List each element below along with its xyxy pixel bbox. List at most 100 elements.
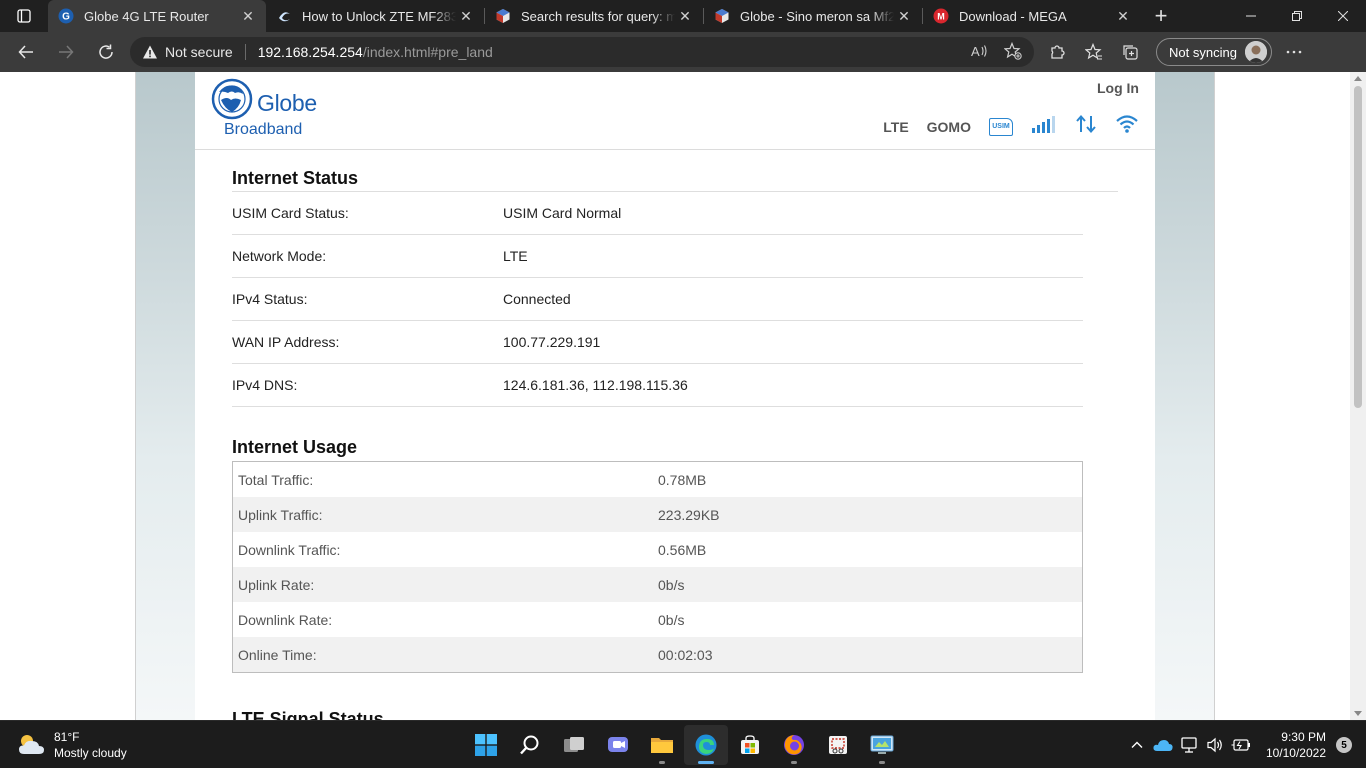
search-icon xyxy=(520,735,539,755)
store-icon xyxy=(741,735,759,754)
weather-description: Mostly cloudy xyxy=(54,746,127,760)
firefox-button[interactable] xyxy=(772,725,816,765)
running-indicator xyxy=(698,761,714,764)
control-panel-button[interactable] xyxy=(860,725,904,765)
forward-button[interactable] xyxy=(46,36,86,68)
snipping-tool-icon xyxy=(829,736,847,754)
edge-browser-button[interactable] xyxy=(684,725,728,765)
table-row: Downlink Traffic: 0.56MB xyxy=(233,532,1082,567)
read-aloud-icon[interactable]: A xyxy=(970,42,988,63)
close-icon xyxy=(1338,11,1348,21)
snipping-tool-button[interactable] xyxy=(816,725,860,765)
row-label: Total Traffic: xyxy=(238,471,314,488)
restore-button[interactable] xyxy=(1274,0,1320,32)
refresh-button[interactable] xyxy=(86,36,126,68)
speaker-icon xyxy=(1207,737,1222,753)
scrollbar-thumb[interactable] xyxy=(1354,86,1362,408)
row-value: Connected xyxy=(503,291,571,307)
task-view-icon xyxy=(564,737,584,752)
file-explorer-button[interactable] xyxy=(640,725,684,765)
minimize-button[interactable] xyxy=(1228,0,1274,32)
row-value: LTE xyxy=(503,248,528,264)
page-viewport[interactable]: Globe Broadband Log In LTE GOMO USIM Int… xyxy=(0,72,1366,720)
new-tab-button[interactable]: + xyxy=(1141,0,1181,32)
row-label: Online Time: xyxy=(238,646,317,663)
firefox-icon xyxy=(784,735,804,755)
refresh-icon xyxy=(99,44,113,59)
control-panel-icon xyxy=(870,735,894,754)
extensions-button[interactable] xyxy=(1040,36,1076,68)
login-link[interactable]: Log In xyxy=(1097,80,1139,96)
url-host: 192.168.254.254 xyxy=(257,44,363,60)
tab-title: Globe 4G LTE Router xyxy=(84,8,209,24)
collections-icon xyxy=(1123,45,1138,60)
close-tab-icon[interactable]: ✕ xyxy=(456,6,476,26)
onedrive-button[interactable] xyxy=(1151,733,1175,757)
internet-usage-table: Total Traffic: 0.78MB Uplink Traffic: 22… xyxy=(232,461,1083,673)
close-tab-icon[interactable]: ✕ xyxy=(1113,6,1133,26)
favorites-button[interactable] xyxy=(1076,36,1112,68)
taskbar-apps xyxy=(464,725,904,765)
collections-button[interactable] xyxy=(1112,36,1148,68)
scroll-up-icon[interactable] xyxy=(1354,76,1362,81)
tab-actions-button[interactable] xyxy=(0,0,48,32)
address-bar[interactable]: Not secure 192.168.254.254/index.html#pr… xyxy=(130,37,1034,67)
close-tab-icon[interactable]: ✕ xyxy=(675,6,695,26)
profile-sync-button[interactable]: Not syncing xyxy=(1156,38,1272,66)
tab-title: Download - MEGA xyxy=(959,8,1067,24)
sync-status-label: Not syncing xyxy=(1169,44,1237,60)
close-tab-icon[interactable]: ✕ xyxy=(894,6,914,26)
add-favorite-icon[interactable] xyxy=(1003,41,1022,63)
row-label: IPv4 DNS: xyxy=(232,377,298,393)
microsoft-store-button[interactable] xyxy=(728,725,772,765)
row-value: 223.29KB xyxy=(658,506,720,523)
weather-widget[interactable]: 81°F Mostly cloudy xyxy=(16,729,127,761)
tab-sino-meron[interactable]: Globe - Sino meron sa Mf283 ✕ xyxy=(704,0,922,32)
network-icon-button[interactable] xyxy=(1177,733,1201,757)
usim-icon: USIM xyxy=(989,117,1013,136)
row-label: Network Mode: xyxy=(232,248,327,264)
tab-search-results[interactable]: Search results for query: mf28 ✕ xyxy=(485,0,703,32)
row-value: 0.56MB xyxy=(658,541,707,558)
data-transfer-icon xyxy=(1075,114,1097,139)
mega-favicon-icon: M xyxy=(933,8,949,24)
favorites-icon xyxy=(1085,43,1102,60)
show-hidden-icons-button[interactable] xyxy=(1125,733,1149,757)
back-arrow-icon xyxy=(18,45,33,59)
settings-menu-button[interactable] xyxy=(1276,36,1312,68)
onedrive-cloud-icon xyxy=(1153,740,1173,751)
table-row: Online Time: 00:02:03 xyxy=(233,637,1082,672)
teams-chat-button[interactable] xyxy=(596,725,640,765)
vertical-scrollbar[interactable] xyxy=(1350,72,1366,720)
clock[interactable]: 9:30 PM 10/10/2022 xyxy=(1266,729,1326,761)
url-path: /index.html#pre_land xyxy=(362,44,493,60)
warning-icon[interactable] xyxy=(142,44,158,60)
search-button[interactable] xyxy=(508,725,552,765)
tab-mega-download[interactable]: M Download - MEGA ✕ xyxy=(923,0,1141,32)
row-label: Downlink Traffic: xyxy=(238,541,341,558)
row-value: 100.77.229.191 xyxy=(503,334,601,350)
security-status[interactable]: Not secure xyxy=(165,44,233,60)
row-label: USIM Card Status: xyxy=(232,205,349,221)
notification-badge[interactable]: 5 xyxy=(1336,737,1352,753)
task-view-button[interactable] xyxy=(552,725,596,765)
close-window-button[interactable] xyxy=(1320,0,1366,32)
tab-globe-router[interactable]: G Globe 4G LTE Router ✕ xyxy=(48,0,266,32)
row-value: 0b/s xyxy=(658,576,685,593)
row-value: USIM Card Normal xyxy=(503,205,622,221)
table-row: USIM Card Status: USIM Card Normal xyxy=(232,192,1083,235)
table-row: Network Mode: LTE xyxy=(232,235,1083,278)
tab-unlock-zte[interactable]: How to Unlock ZTE MF283+ | ✕ xyxy=(266,0,484,32)
start-button[interactable] xyxy=(464,725,508,765)
svg-text:M: M xyxy=(937,12,945,22)
signal-strength-icon xyxy=(1031,115,1057,138)
close-tab-icon[interactable]: ✕ xyxy=(238,6,258,26)
puzzle-icon xyxy=(1051,45,1065,59)
window-controls xyxy=(1228,0,1366,32)
running-indicator xyxy=(791,761,797,764)
volume-button[interactable] xyxy=(1203,733,1227,757)
battery-button[interactable] xyxy=(1229,733,1253,757)
scroll-down-icon[interactable] xyxy=(1354,711,1362,716)
back-button[interactable] xyxy=(6,36,46,68)
table-row: Downlink Rate: 0b/s xyxy=(233,602,1082,637)
